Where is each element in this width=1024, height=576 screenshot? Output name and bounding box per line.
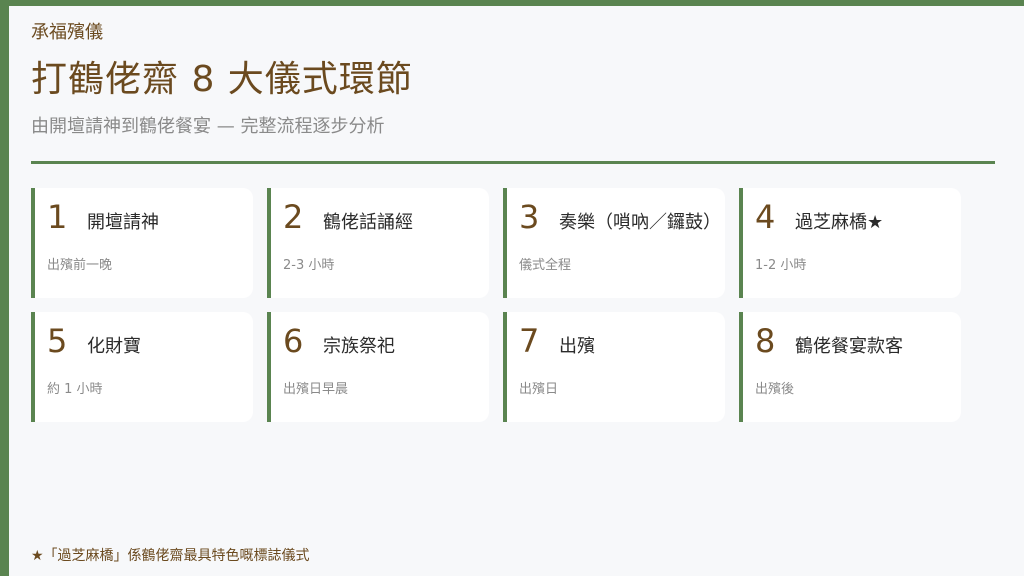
step-number: 3 <box>519 198 540 236</box>
step-card-8: 8 鶴佬餐宴款客 出殯後 <box>739 312 961 422</box>
step-time: 2-3 小時 <box>283 258 335 273</box>
page-subtitle: 由開壇請神到鶴佬餐宴 — 完整流程逐步分析 <box>31 116 385 137</box>
left-accent-bar <box>0 0 9 576</box>
step-number: 1 <box>47 198 68 236</box>
step-time: 約 1 小時 <box>47 382 103 397</box>
step-card-head: 3 奏樂（嗩吶／鑼鼓） <box>519 200 721 234</box>
step-card-head: 8 鶴佬餐宴款客 <box>755 324 903 358</box>
step-time: 1-2 小時 <box>755 258 807 273</box>
step-card-head: 2 鶴佬話誦經 <box>283 200 413 234</box>
step-number: 2 <box>283 198 304 236</box>
step-title: 過芝麻橋★ <box>795 212 884 233</box>
step-title: 鶴佬餐宴款客 <box>795 336 903 357</box>
step-card-head: 7 出殯 <box>519 324 595 358</box>
step-number: 7 <box>519 322 540 360</box>
top-accent-bar <box>0 0 1024 6</box>
step-card-5: 5 化財寶 約 1 小時 <box>31 312 253 422</box>
brand-name: 承福殯儀 <box>31 22 103 43</box>
step-time: 出殯後 <box>755 382 795 397</box>
step-title: 開壇請神 <box>87 212 159 233</box>
step-card-4: 4 過芝麻橋★ 1-2 小時 <box>739 188 961 298</box>
step-card-7: 7 出殯 出殯日 <box>503 312 725 422</box>
header-divider <box>31 161 995 164</box>
step-number: 5 <box>47 322 68 360</box>
step-card-1: 1 開壇請神 出殯前一晚 <box>31 188 253 298</box>
step-card-head: 6 宗族祭祀 <box>283 324 395 358</box>
step-title: 鶴佬話誦經 <box>323 212 413 233</box>
steps-grid: 1 開壇請神 出殯前一晚 2 鶴佬話誦經 2-3 小時 3 奏樂（嗩吶／鑼鼓） … <box>31 188 961 422</box>
step-card-head: 4 過芝麻橋★ <box>755 200 883 234</box>
step-number: 6 <box>283 322 304 360</box>
step-title: 出殯 <box>559 336 595 357</box>
step-card-2: 2 鶴佬話誦經 2-3 小時 <box>267 188 489 298</box>
step-card-head: 1 開壇請神 <box>47 200 159 234</box>
step-time: 出殯前一晚 <box>47 258 113 273</box>
page-title: 打鶴佬齋 8 大儀式環節 <box>31 59 413 100</box>
step-number: 4 <box>755 198 776 236</box>
step-time: 儀式全程 <box>519 258 572 273</box>
step-card-6: 6 宗族祭祀 出殯日早晨 <box>267 312 489 422</box>
step-card-head: 5 化財寶 <box>47 324 141 358</box>
step-card-3: 3 奏樂（嗩吶／鑼鼓） 儀式全程 <box>503 188 725 298</box>
step-time: 出殯日早晨 <box>283 382 349 397</box>
step-number: 8 <box>755 322 776 360</box>
footnote: ★「過芝麻橋」係鶴佬齋最具特色嘅標誌儀式 <box>31 548 310 564</box>
step-title: 奏樂（嗩吶／鑼鼓） <box>559 212 721 233</box>
step-title: 化財寶 <box>87 336 141 357</box>
step-title: 宗族祭祀 <box>323 336 395 357</box>
step-time: 出殯日 <box>519 382 559 397</box>
